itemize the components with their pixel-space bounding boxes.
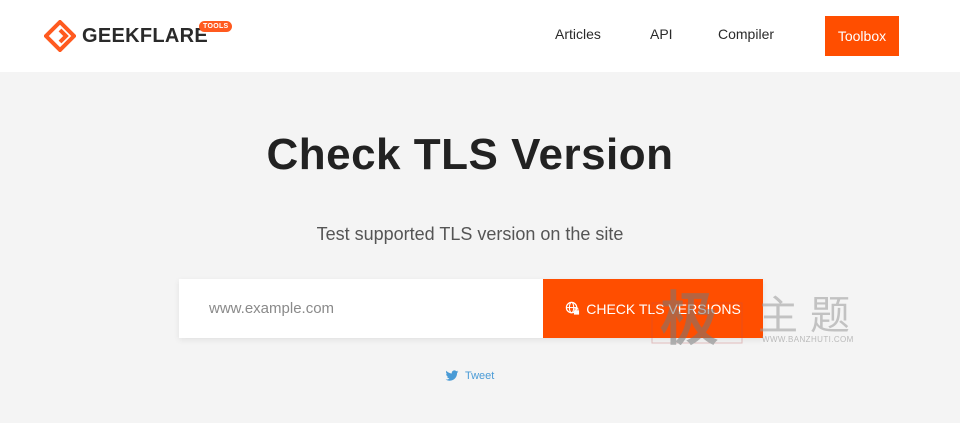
site-header: GEEKFLARE TOOLS Articles API Compiler To… [0, 0, 960, 72]
nav-api-link[interactable]: API [650, 26, 673, 42]
tweet-link[interactable]: Tweet [445, 370, 494, 382]
watermark-glyph: 极 [651, 285, 743, 345]
globe-lock-icon [566, 301, 580, 315]
tools-badge: TOOLS [199, 21, 233, 32]
watermark-chars: 主题 [758, 293, 862, 339]
url-input[interactable] [179, 279, 543, 338]
tweet-label: Tweet [465, 370, 495, 382]
nav-articles-link[interactable]: Articles [555, 26, 601, 42]
geekflare-logo[interactable]: GEEKFLARE TOOLS [44, 20, 233, 52]
logo-text: GEEKFLARE [82, 24, 209, 47]
geekflare-logo-icon [44, 20, 76, 52]
nav-toolbox-button[interactable]: Toolbox [825, 16, 899, 56]
svg-text:极: 极 [660, 285, 718, 345]
watermark-url: WWW.BANZHUTI.COM [762, 335, 854, 344]
nav-compiler-link[interactable]: Compiler [718, 26, 774, 42]
page-subtitle: Test supported TLS version on the site [316, 224, 624, 244]
watermark: 极 主题 WWW.BANZHUTI.COM [650, 283, 880, 347]
twitter-bird-icon [445, 370, 459, 381]
page-title: Check TLS Version [266, 130, 674, 179]
